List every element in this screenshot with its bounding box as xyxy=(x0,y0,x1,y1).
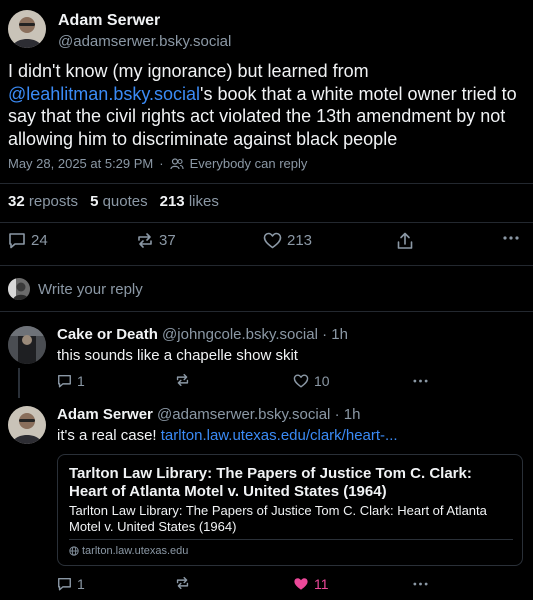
reposts-stat[interactable]: 32 reposts xyxy=(8,193,78,210)
reply-button[interactable]: 1 xyxy=(57,576,85,592)
post-header: Adam Serwer @adamserwer.bsky.social xyxy=(8,10,523,52)
card-domain: tarlton.law.utexas.edu xyxy=(69,545,188,557)
reply-text: this sounds like a chapelle show skit xyxy=(57,347,298,364)
reply-item: Cake or Death @johngcole.bsky.social · 1… xyxy=(8,326,523,396)
divider xyxy=(0,222,533,223)
reply-icon xyxy=(57,374,72,388)
card-title: Tarlton Law Library: The Papers of Justi… xyxy=(69,465,472,500)
reply-header: Cake or Death @johngcole.bsky.social · 1… xyxy=(57,326,348,343)
repost-icon xyxy=(136,232,154,249)
heart-icon xyxy=(293,374,309,388)
post-actions: 24 37 213 xyxy=(8,232,523,254)
repost-count: 37 xyxy=(159,232,176,249)
post-timestamp[interactable]: May 28, 2025 at 5:29 PM xyxy=(8,156,153,171)
mention-link[interactable]: @leahlitman.bsky.social xyxy=(8,84,200,104)
divider xyxy=(0,183,533,184)
reply-icon xyxy=(8,232,26,249)
reply-time[interactable]: · 1h xyxy=(322,326,348,343)
ellipsis-icon xyxy=(503,236,519,240)
reply-author-handle[interactable]: @adamserwer.bsky.social xyxy=(157,406,330,423)
reply-count: 24 xyxy=(31,232,48,249)
post-meta: May 28, 2025 at 5:29 PM · Everybody can … xyxy=(8,156,307,171)
link-preview-card[interactable]: Tarlton Law Library: The Papers of Justi… xyxy=(57,454,523,566)
reply-actions: 1 10 xyxy=(57,373,523,393)
reply-author-avatar[interactable] xyxy=(8,406,46,444)
card-domain-text: tarlton.law.utexas.edu xyxy=(82,545,189,557)
heart-icon xyxy=(263,232,282,249)
repost-icon xyxy=(175,373,190,387)
share-icon xyxy=(396,232,414,250)
reply-text-body: it's a real case! xyxy=(57,427,161,444)
repost-button[interactable] xyxy=(175,373,190,387)
reply-button[interactable]: 1 xyxy=(57,373,85,389)
likes-stat[interactable]: 213 likes xyxy=(160,193,219,210)
like-button[interactable]: 10 xyxy=(293,373,330,389)
dot-separator: · xyxy=(159,156,164,171)
reply-count: 1 xyxy=(77,373,85,389)
reply-icon xyxy=(57,577,72,591)
reply-actions: 1 11 xyxy=(57,576,523,596)
like-count: 213 xyxy=(287,232,313,249)
repost-button[interactable]: 37 xyxy=(136,232,176,249)
reply-text: it's a real case! tarlton.law.utexas.edu… xyxy=(57,427,398,444)
reply-count: 1 xyxy=(77,576,85,592)
audience-label[interactable]: Everybody can reply xyxy=(190,156,308,171)
reply-author-handle[interactable]: @johngcole.bsky.social xyxy=(162,326,318,343)
heart-filled-icon xyxy=(293,577,309,591)
like-button-active[interactable]: 11 xyxy=(293,576,329,592)
ellipsis-icon xyxy=(413,582,428,586)
ellipsis-icon xyxy=(413,379,428,383)
post-text: I didn't know (my ignorance) but learned… xyxy=(8,60,523,150)
reply-composer[interactable]: Write your reply xyxy=(8,278,143,300)
globe-icon xyxy=(69,546,79,556)
reply-author-name[interactable]: Adam Serwer xyxy=(57,406,153,423)
author-name[interactable]: Adam Serwer xyxy=(58,12,160,30)
post-text-part1: I didn't know (my ignorance) but learned… xyxy=(8,61,369,81)
repost-icon xyxy=(175,576,190,590)
card-description: Tarlton Law Library: The Papers of Justi… xyxy=(69,503,487,534)
reply-placeholder[interactable]: Write your reply xyxy=(38,281,143,298)
divider xyxy=(0,265,533,266)
reply-button[interactable]: 24 xyxy=(8,232,48,249)
author-handle[interactable]: @adamserwer.bsky.social xyxy=(58,33,231,50)
reply-link[interactable]: tarlton.law.utexas.edu/clark/heart-... xyxy=(161,427,398,444)
more-options-button[interactable] xyxy=(503,236,519,240)
more-options-button[interactable] xyxy=(413,379,428,383)
reply-time[interactable]: · 1h xyxy=(335,406,361,423)
author-avatar[interactable] xyxy=(8,10,46,48)
divider xyxy=(0,311,533,312)
like-count: 10 xyxy=(314,373,330,389)
reply-author-name[interactable]: Cake or Death xyxy=(57,326,158,343)
reply-header: Adam Serwer @adamserwer.bsky.social · 1h xyxy=(57,406,360,423)
reply-item: Adam Serwer @adamserwer.bsky.social · 1h… xyxy=(8,406,523,600)
card-divider xyxy=(69,539,513,540)
like-count: 11 xyxy=(314,576,329,592)
current-user-avatar xyxy=(8,278,30,300)
post-stats: 32 reposts 5 quotes 213 likes xyxy=(8,193,219,210)
repost-button[interactable] xyxy=(175,576,190,590)
like-button[interactable]: 213 xyxy=(263,232,312,249)
people-icon xyxy=(170,157,184,170)
share-button[interactable] xyxy=(396,232,414,250)
reply-author-avatar[interactable] xyxy=(8,326,46,364)
quotes-stat[interactable]: 5 quotes xyxy=(90,193,148,210)
more-options-button[interactable] xyxy=(413,582,428,586)
